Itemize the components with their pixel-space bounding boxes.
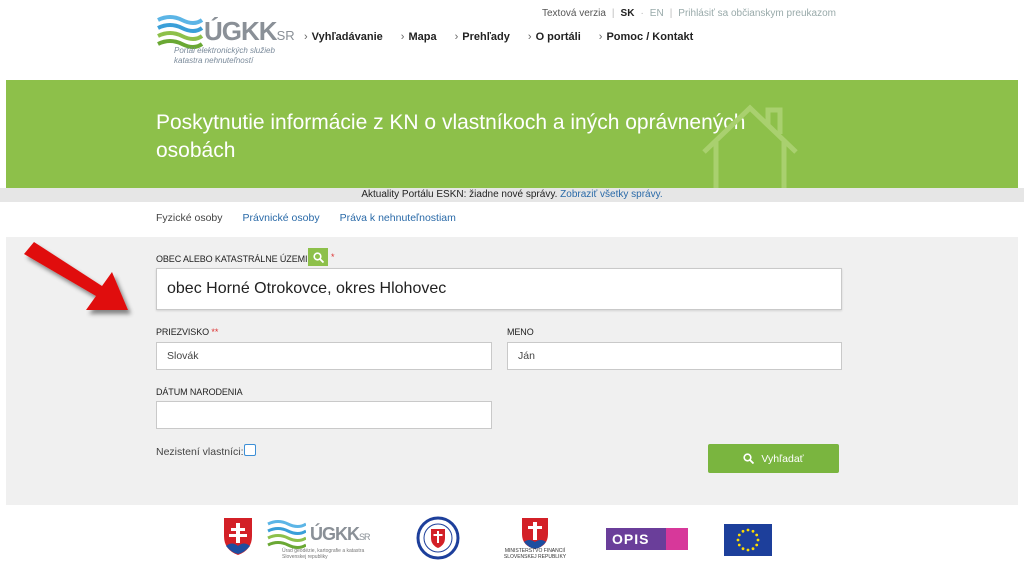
- ugkk-footer-subtitle: Úrad geodézie, kartografie a katastra Sl…: [282, 548, 365, 560]
- main-nav: Vyhľadávanie Mapa Prehľady O portáli Pom…: [304, 31, 694, 43]
- opis-logo[interactable]: OPIS: [606, 528, 688, 550]
- house-outline-icon: [702, 104, 798, 188]
- text-version-link[interactable]: Textová verzia: [542, 8, 606, 19]
- search-button-label: Vyhľadať: [761, 452, 804, 465]
- divider: |: [669, 8, 673, 19]
- unknown-owners-checkbox[interactable]: [244, 444, 256, 456]
- nav-item-help-contact[interactable]: Pomoc / Kontakt: [599, 31, 693, 43]
- red-arrow-icon: [24, 242, 128, 310]
- login-link[interactable]: Prihlásiť sa občianskym preukazom: [678, 8, 836, 19]
- finance-ministry-text: MINISTERSTVO FINANCIÍ SLOVENSKEJ REPUBLI…: [503, 548, 567, 560]
- logo-subtitle: Portál elektronických služieb katastra n…: [174, 46, 275, 65]
- nav-item-overviews[interactable]: Prehľady: [455, 31, 510, 43]
- footer-logos: [0, 505, 1024, 576]
- firstname-input[interactable]: Ján: [507, 342, 842, 370]
- surname-label: PRIEZVISKO **: [156, 327, 219, 337]
- page-banner: Poskytnutie informácie z KN o vlastníkoc…: [6, 80, 1018, 188]
- site-header: ÚGKKSR Portál elektronických služieb kat…: [0, 0, 1024, 80]
- unknown-owners-label: Nezistení vlastníci:: [156, 446, 244, 458]
- municipality-label: OBEC ALEBO KATASTRÁLNE ÚZEMIE: [156, 254, 314, 264]
- government-seal-icon[interactable]: [416, 516, 460, 560]
- news-text: Aktuality Portálu ESKN: žiadne nové sprá…: [361, 189, 558, 200]
- ugkk-footer-logo[interactable]: ÚGKKSR: [310, 524, 370, 545]
- surname-input[interactable]: Slovák: [156, 342, 492, 370]
- nav-item-search[interactable]: Vyhľadávanie: [304, 31, 383, 43]
- tab-legal-persons[interactable]: Právnické osoby: [243, 212, 320, 224]
- news-bar: Aktuality Portálu ESKN: žiadne nové sprá…: [0, 188, 1024, 202]
- ugkk-logo[interactable]: ÚGKKSR Portál elektronických služieb kat…: [156, 8, 296, 68]
- divider: |: [611, 8, 615, 19]
- birthdate-label: DÁTUM NARODENIA: [156, 387, 243, 397]
- lang-sk-link[interactable]: SK: [621, 8, 635, 19]
- divider: ·: [640, 8, 644, 19]
- lang-en-link[interactable]: EN: [650, 8, 664, 19]
- tab-property-rights[interactable]: Práva k nehnuteľnostiam: [340, 212, 456, 224]
- top-links: Textová verzia | SK · EN | Prihlásiť sa …: [542, 8, 836, 19]
- logo-text: ÚGKKSR: [204, 16, 295, 46]
- slovak-coat-of-arms-icon: [224, 518, 252, 555]
- finance-ministry-arms-icon[interactable]: [520, 516, 550, 550]
- municipality-input[interactable]: obec Horné Otrokovce, okres Hlohovec: [156, 268, 842, 310]
- search-icon: [743, 453, 755, 464]
- firstname-label: MENO: [507, 327, 534, 337]
- tab-natural-persons[interactable]: Fyzické osoby: [156, 212, 223, 224]
- birthdate-input[interactable]: [156, 401, 492, 429]
- nav-item-about[interactable]: O portáli: [528, 31, 581, 43]
- search-button[interactable]: Vyhľadať: [708, 444, 839, 473]
- search-icon: [312, 251, 324, 263]
- nav-item-map[interactable]: Mapa: [401, 31, 436, 43]
- tabs: Fyzické osoby Právnické osoby Práva k ne…: [156, 212, 456, 224]
- required-marker: *: [331, 252, 335, 262]
- eu-flag-icon[interactable]: [724, 524, 772, 556]
- ugkk-footer-waves-icon: [267, 520, 306, 549]
- news-all-link[interactable]: Zobraziť všetky správy.: [560, 189, 662, 200]
- municipality-search-button[interactable]: [308, 248, 328, 266]
